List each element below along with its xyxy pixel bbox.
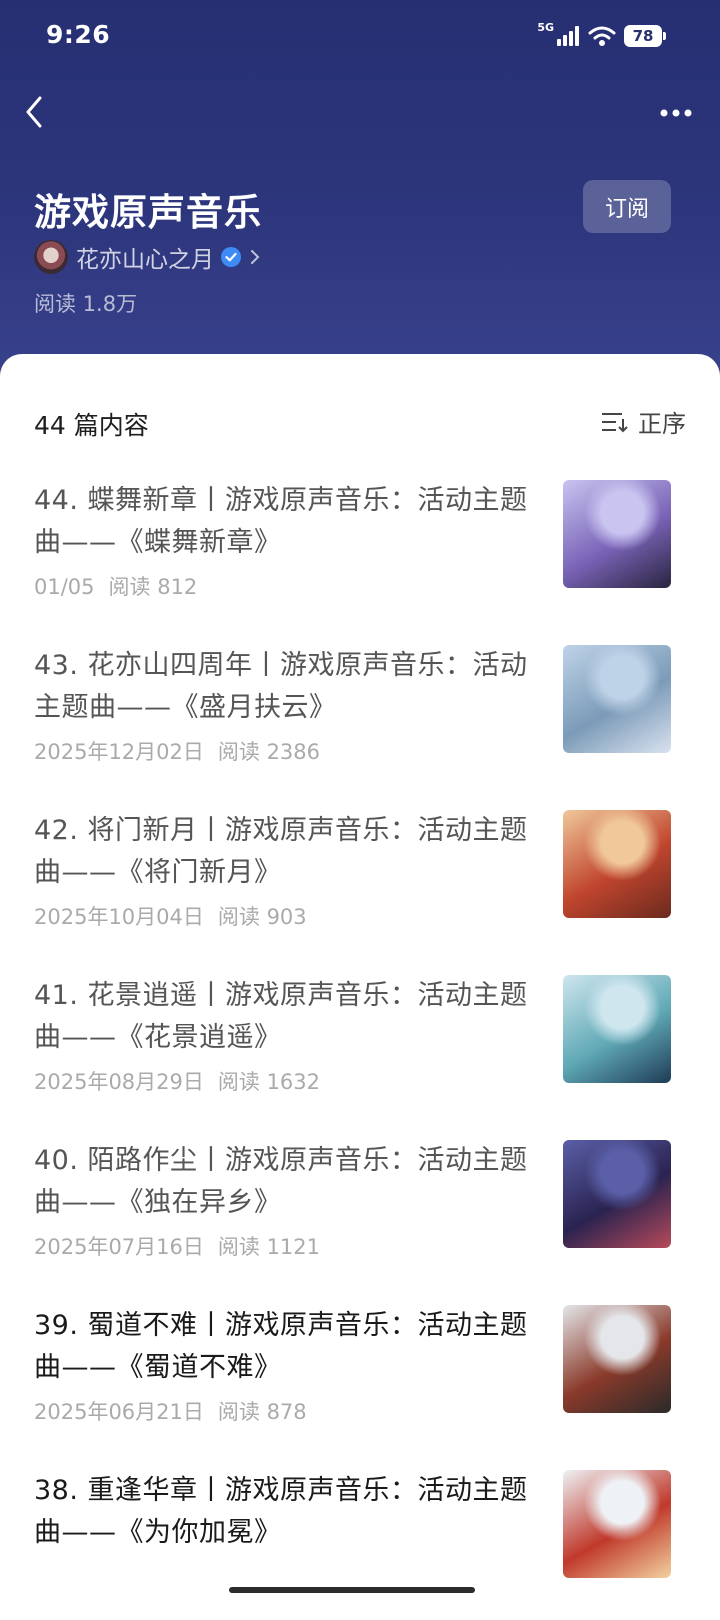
page-title: 游戏原声音乐 [34,191,262,234]
author-name: 花亦山心之月 [76,247,214,273]
article-reads: 阅读 903 [217,905,307,929]
status-icons: 5G 78 [537,20,666,50]
article-meta: 2025年07月16日 阅读 1121 [34,1231,320,1261]
article-item[interactable]: 41. 花景逍遥丨游戏原声音乐：活动主题曲——《花景逍遥》 2025年08月29日… [0,975,720,1125]
article-thumbnail [563,1305,671,1413]
article-meta: 01/05 阅读 812 [34,571,197,601]
article-title: 44. 蝶舞新章丨游戏原声音乐：活动主题曲——《蝶舞新章》 [34,485,528,558]
article-title: 39. 蜀道不难丨游戏原声音乐：活动主题曲——《蜀道不难》 [34,1310,528,1383]
article-date: 2025年10月04日 [34,905,204,929]
sort-icon [602,412,628,432]
chevron-left-icon [26,96,42,128]
article-meta: 2025年12月02日 阅读 2386 [34,736,320,766]
network-type: 5G [537,20,554,34]
article-thumbnail [563,645,671,753]
article-item[interactable]: 39. 蜀道不难丨游戏原声音乐：活动主题曲——《蜀道不难》 2025年06月21日… [0,1305,720,1455]
article-item[interactable]: 42. 将门新月丨游戏原声音乐：活动主题曲——《将门新月》 2025年10月04日… [0,810,720,960]
avatar [34,240,68,274]
sort-label: 正序 [638,410,686,438]
article-thumbnail [563,1470,671,1578]
article-reads: 阅读 1121 [217,1235,321,1259]
content-list-panel: 44 篇内容 正序 44. 蝶舞新章丨游戏原声音乐：活动主题曲——《蝶舞新章》 0… [0,354,720,1601]
article-thumbnail [563,810,671,918]
sort-order-toggle[interactable]: 正序 [600,404,686,439]
article-item[interactable]: 44. 蝶舞新章丨游戏原声音乐：活动主题曲——《蝶舞新章》 01/05 阅读 812 [0,480,720,630]
article-thumbnail [563,480,671,588]
battery-level: 78 [632,27,654,45]
article-item[interactable]: 38. 重逢华章丨游戏原声音乐：活动主题曲——《为你加冕》 [0,1470,720,1620]
article-item[interactable]: 43. 花亦山四周年丨游戏原声音乐：活动主题曲——《盛月扶云》 2025年12月0… [0,645,720,795]
clock: 9:26 [46,20,111,49]
article-title: 40. 陌路作尘丨游戏原声音乐：活动主题曲——《独在异乡》 [34,1145,528,1218]
article-date: 01/05 [34,575,95,599]
article-date: 2025年12月02日 [34,740,204,764]
more-options-button[interactable] [652,96,700,130]
article-date: 2025年08月29日 [34,1070,204,1094]
author-link[interactable]: 花亦山心之月 [34,238,262,276]
subscribe-button[interactable]: 订阅 [583,180,671,233]
article-date: 2025年06月21日 [34,1400,204,1424]
article-title: 41. 花景逍遥丨游戏原声音乐：活动主题曲——《花景逍遥》 [34,980,528,1053]
article-thumbnail [563,975,671,1083]
article-count: 44 篇内容 [34,411,149,440]
article-meta: 2025年10月04日 阅读 903 [34,901,307,931]
read-count: 阅读 1.8万 [34,292,138,316]
verified-badge-icon [221,247,241,267]
article-reads: 阅读 878 [217,1400,307,1424]
status-bar: 9:26 5G 78 [0,0,720,72]
battery-icon: 78 [624,25,666,47]
article-meta: 2025年06月21日 阅读 878 [34,1396,307,1426]
article-meta [34,1561,48,1585]
article-thumbnail [563,1140,671,1248]
article-meta: 2025年08月29日 阅读 1632 [34,1066,320,1096]
wifi-icon [588,26,616,46]
signal-icon [557,26,579,46]
article-title: 42. 将门新月丨游戏原声音乐：活动主题曲——《将门新月》 [34,815,528,888]
article-reads: 阅读 812 [108,575,198,599]
back-button[interactable] [18,92,58,132]
article-date: 2025年07月16日 [34,1235,204,1259]
article-reads: 阅读 2386 [217,740,321,764]
home-indicator[interactable] [229,1587,475,1593]
article-title: 38. 重逢华章丨游戏原声音乐：活动主题曲——《为你加冕》 [34,1475,528,1548]
article-reads: 阅读 1632 [217,1070,321,1094]
article-item[interactable]: 40. 陌路作尘丨游戏原声音乐：活动主题曲——《独在异乡》 2025年07月16日… [0,1140,720,1290]
chevron-right-icon [251,250,260,264]
article-title: 43. 花亦山四周年丨游戏原声音乐：活动主题曲——《盛月扶云》 [34,650,528,723]
more-dots-icon [660,109,692,117]
